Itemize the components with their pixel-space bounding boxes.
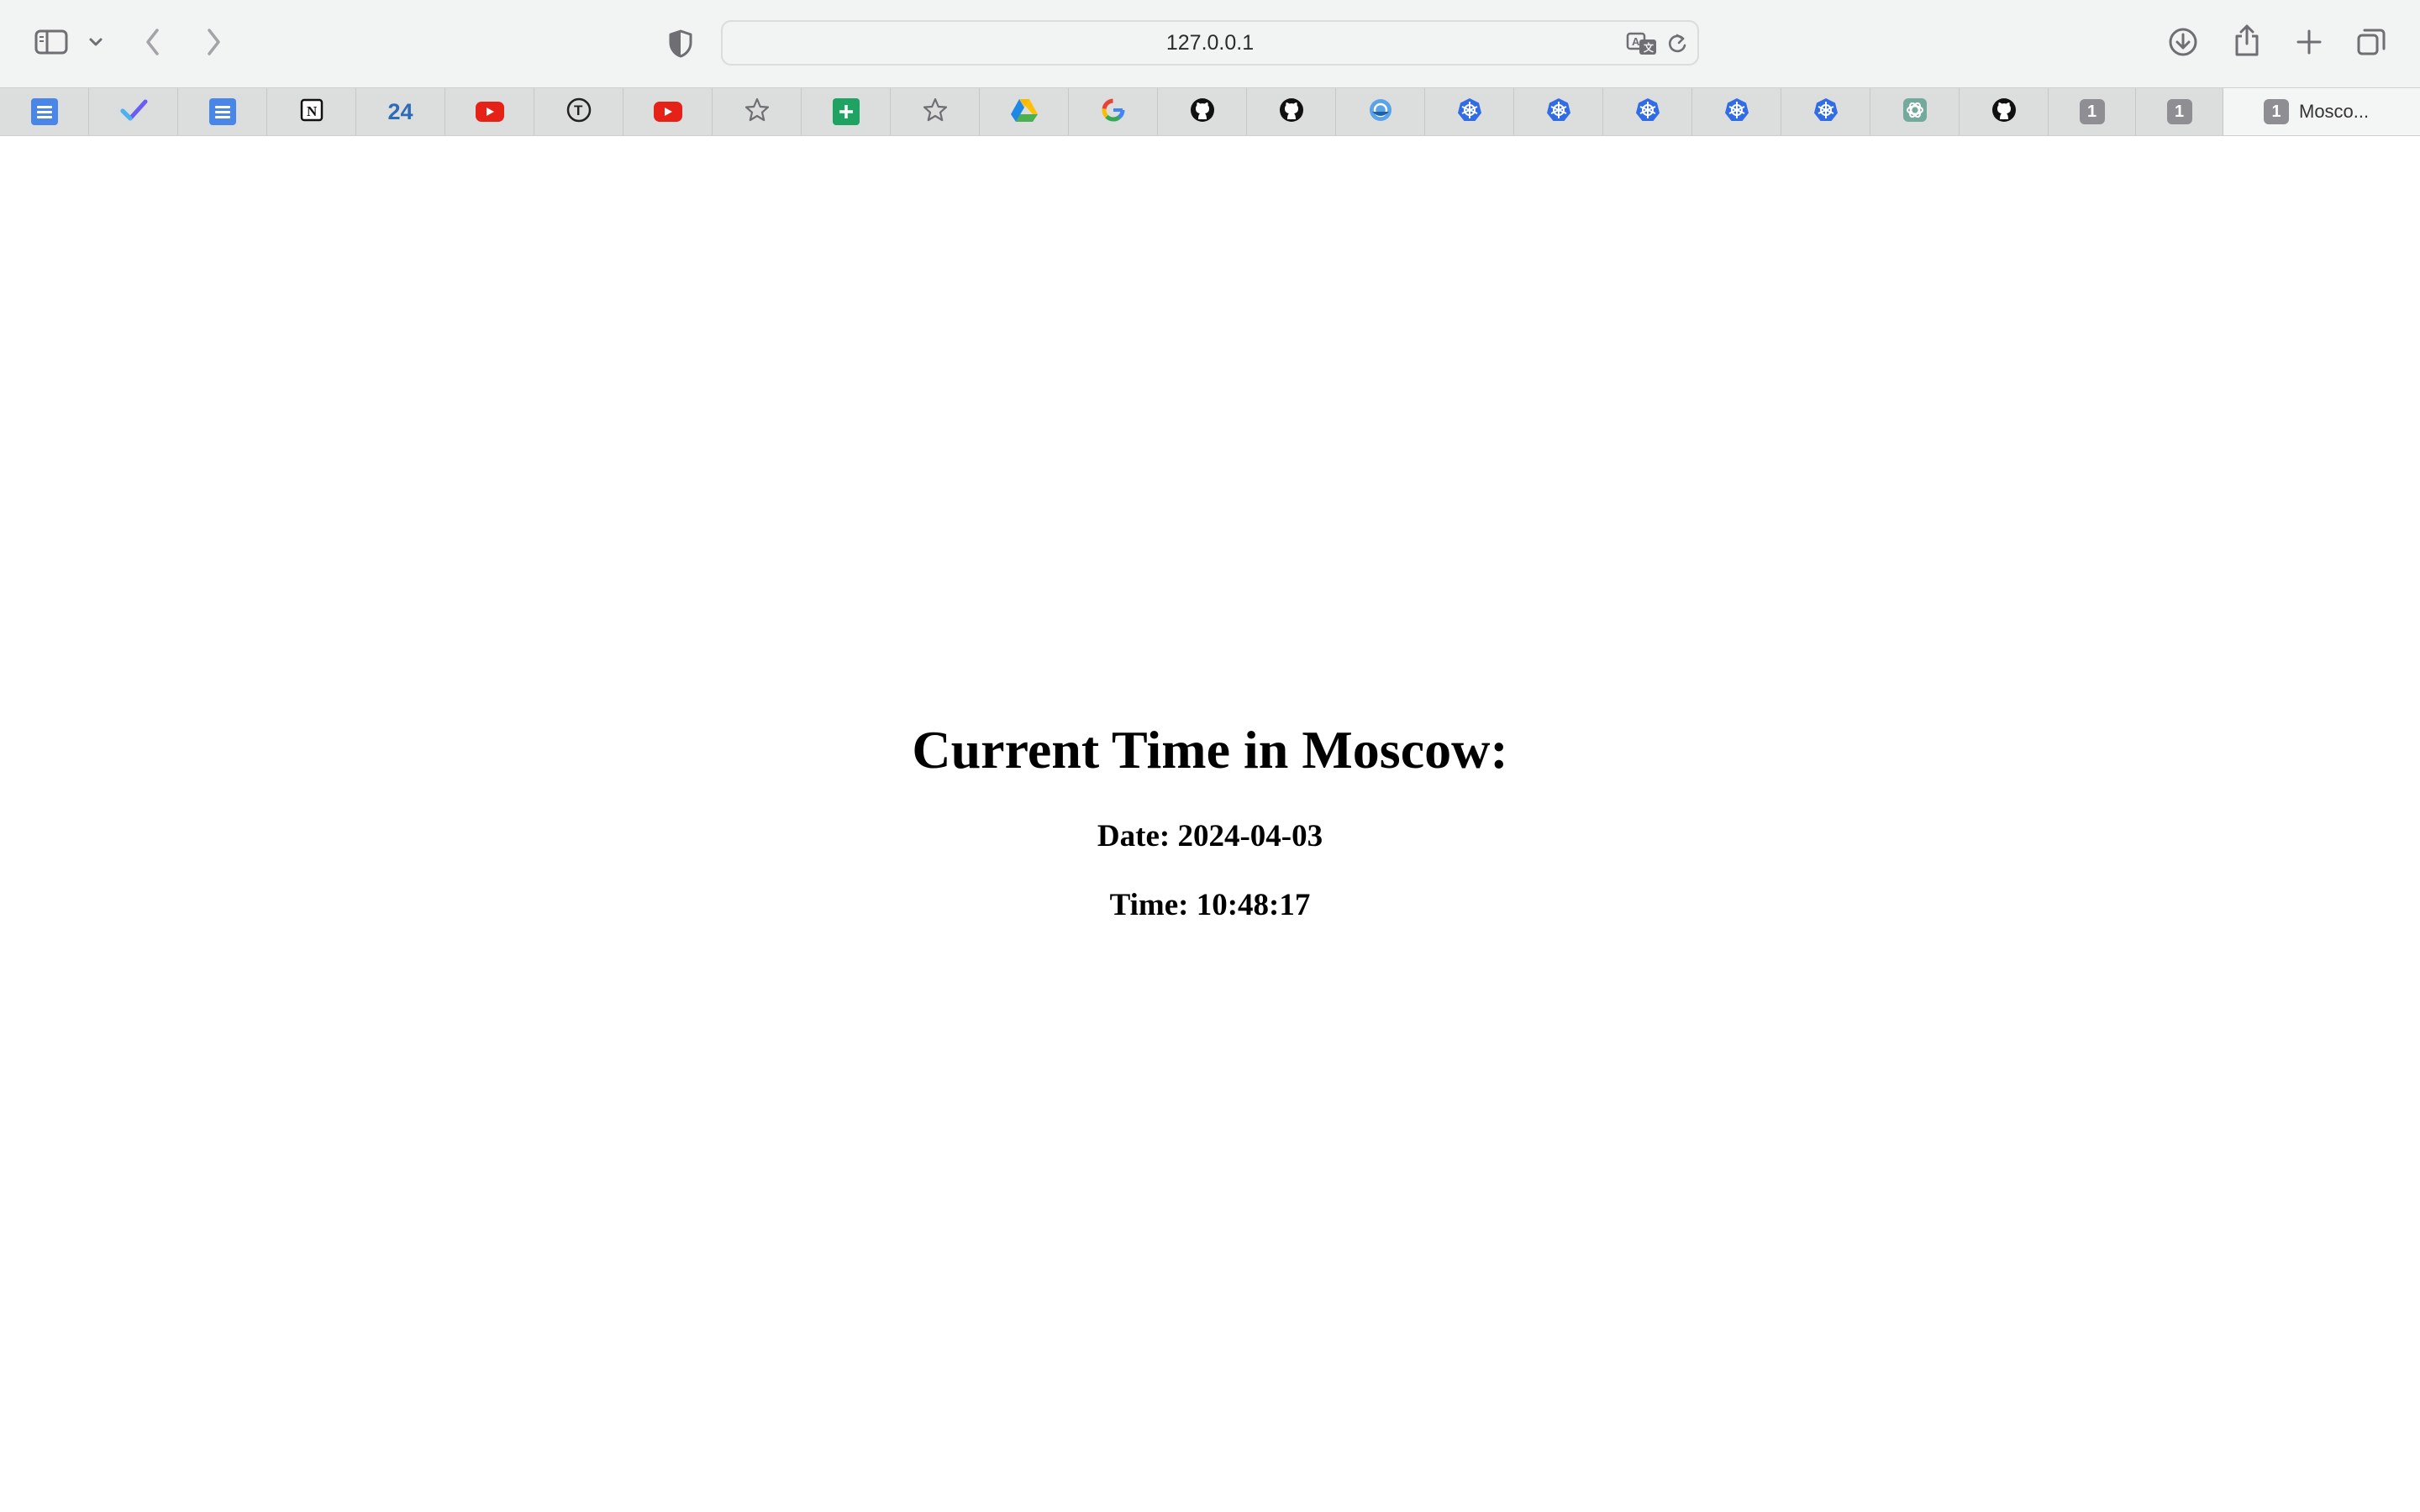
google-icon — [1100, 97, 1127, 128]
translate-button[interactable]: A 文 — [1625, 29, 1659, 59]
kubernetes-icon — [1812, 97, 1839, 128]
tab-overview-button[interactable] — [2354, 25, 2388, 59]
time-text: Time: 10:48:17 — [1109, 888, 1311, 922]
tab-item[interactable] — [1158, 88, 1247, 135]
downloads-button[interactable] — [2166, 25, 2200, 59]
number-one-icon: 1 — [2079, 99, 2105, 124]
t-circle-icon: T — [566, 97, 592, 128]
kubernetes-icon — [1456, 97, 1483, 128]
tab-item[interactable] — [713, 88, 802, 135]
url-text: 127.0.0.1 — [1165, 30, 1255, 55]
sidebar-button[interactable] — [30, 25, 72, 59]
24-icon: 24 — [387, 98, 413, 124]
tab-item[interactable] — [1692, 88, 1781, 135]
plus-icon — [2296, 29, 2322, 55]
active-tab-title: Mosco... — [2299, 101, 2370, 122]
tab-item[interactable] — [1781, 88, 1870, 135]
shield-icon — [668, 29, 693, 58]
tabs-overview-icon — [2356, 27, 2386, 57]
tab-item[interactable] — [891, 88, 980, 135]
forward-button[interactable] — [198, 24, 229, 60]
tab-item[interactable] — [1336, 88, 1425, 135]
tab-item[interactable]: T — [534, 88, 623, 135]
github-icon — [1189, 97, 1216, 128]
share-icon — [2233, 24, 2260, 57]
chevron-right-icon — [203, 27, 224, 57]
tab-bar: N 24 T 1 1 1 Mosco... — [0, 87, 2420, 136]
tab-item[interactable] — [1960, 88, 2049, 135]
notion-icon: N — [299, 97, 324, 127]
tab-item[interactable]: N — [267, 88, 356, 135]
number-one-icon: 1 — [2264, 99, 2289, 124]
active-tab[interactable]: 1 Mosco... — [2223, 88, 2420, 135]
back-button[interactable] — [138, 24, 168, 60]
google-sheets-icon — [832, 98, 860, 125]
github-icon — [1278, 97, 1305, 128]
tab-item[interactable] — [178, 88, 267, 135]
svg-text:T: T — [574, 102, 583, 118]
number-one-icon: 1 — [2166, 99, 2192, 124]
checkmark-app-icon — [119, 97, 148, 127]
tab-item[interactable] — [623, 88, 713, 135]
translate-icon: A 文 — [1626, 31, 1658, 56]
tab-item[interactable] — [1603, 88, 1692, 135]
sidebar-menu-button[interactable] — [84, 30, 108, 54]
kubernetes-icon — [1723, 97, 1750, 128]
privacy-report-button[interactable] — [664, 27, 697, 60]
svg-text:A: A — [1632, 35, 1640, 48]
download-icon — [2168, 27, 2198, 57]
google-docs-icon — [30, 98, 58, 125]
tab-item[interactable] — [1069, 88, 1158, 135]
reload-icon — [1666, 32, 1688, 55]
tab-item[interactable]: 1 — [2049, 88, 2136, 135]
new-tab-button[interactable] — [2292, 25, 2326, 59]
tab-item[interactable] — [89, 88, 178, 135]
page-heading: Current Time in Moscow: — [912, 720, 1508, 780]
chevron-down-icon — [88, 36, 103, 48]
youtube-icon — [653, 102, 682, 122]
tab-item[interactable] — [1425, 88, 1514, 135]
chatgpt-icon — [1902, 97, 1928, 128]
tab-item[interactable] — [1514, 88, 1603, 135]
helm-icon — [1367, 97, 1394, 128]
tab-item[interactable]: 1 — [2136, 88, 2223, 135]
kubernetes-icon — [1634, 97, 1661, 128]
star-icon — [744, 97, 771, 128]
tab-item[interactable] — [980, 88, 1069, 135]
svg-text:N: N — [307, 103, 318, 119]
page-content: Current Time in Moscow: Date: 2024-04-03… — [0, 136, 2420, 1512]
tab-item[interactable] — [802, 88, 891, 135]
tab-item[interactable] — [445, 88, 534, 135]
tab-item[interactable]: 24 — [356, 88, 445, 135]
reload-button[interactable] — [1664, 30, 1691, 57]
sidebar-icon — [34, 29, 68, 55]
date-text: Date: 2024-04-03 — [1097, 819, 1323, 853]
star-icon — [922, 97, 949, 128]
github-icon — [1991, 97, 2018, 128]
share-button[interactable] — [2230, 22, 2264, 59]
svg-text:文: 文 — [1644, 41, 1655, 54]
browser-toolbar: 127.0.0.1 A 文 — [0, 0, 2420, 87]
tab-item[interactable] — [1870, 88, 1960, 135]
tab-item[interactable] — [1247, 88, 1336, 135]
youtube-icon — [475, 102, 504, 122]
chevron-left-icon — [143, 27, 163, 57]
kubernetes-icon — [1545, 97, 1572, 128]
tab-item[interactable] — [0, 88, 89, 135]
google-drive-icon — [1010, 97, 1039, 127]
address-bar[interactable]: 127.0.0.1 A 文 — [721, 20, 1699, 66]
google-docs-icon — [208, 98, 236, 125]
